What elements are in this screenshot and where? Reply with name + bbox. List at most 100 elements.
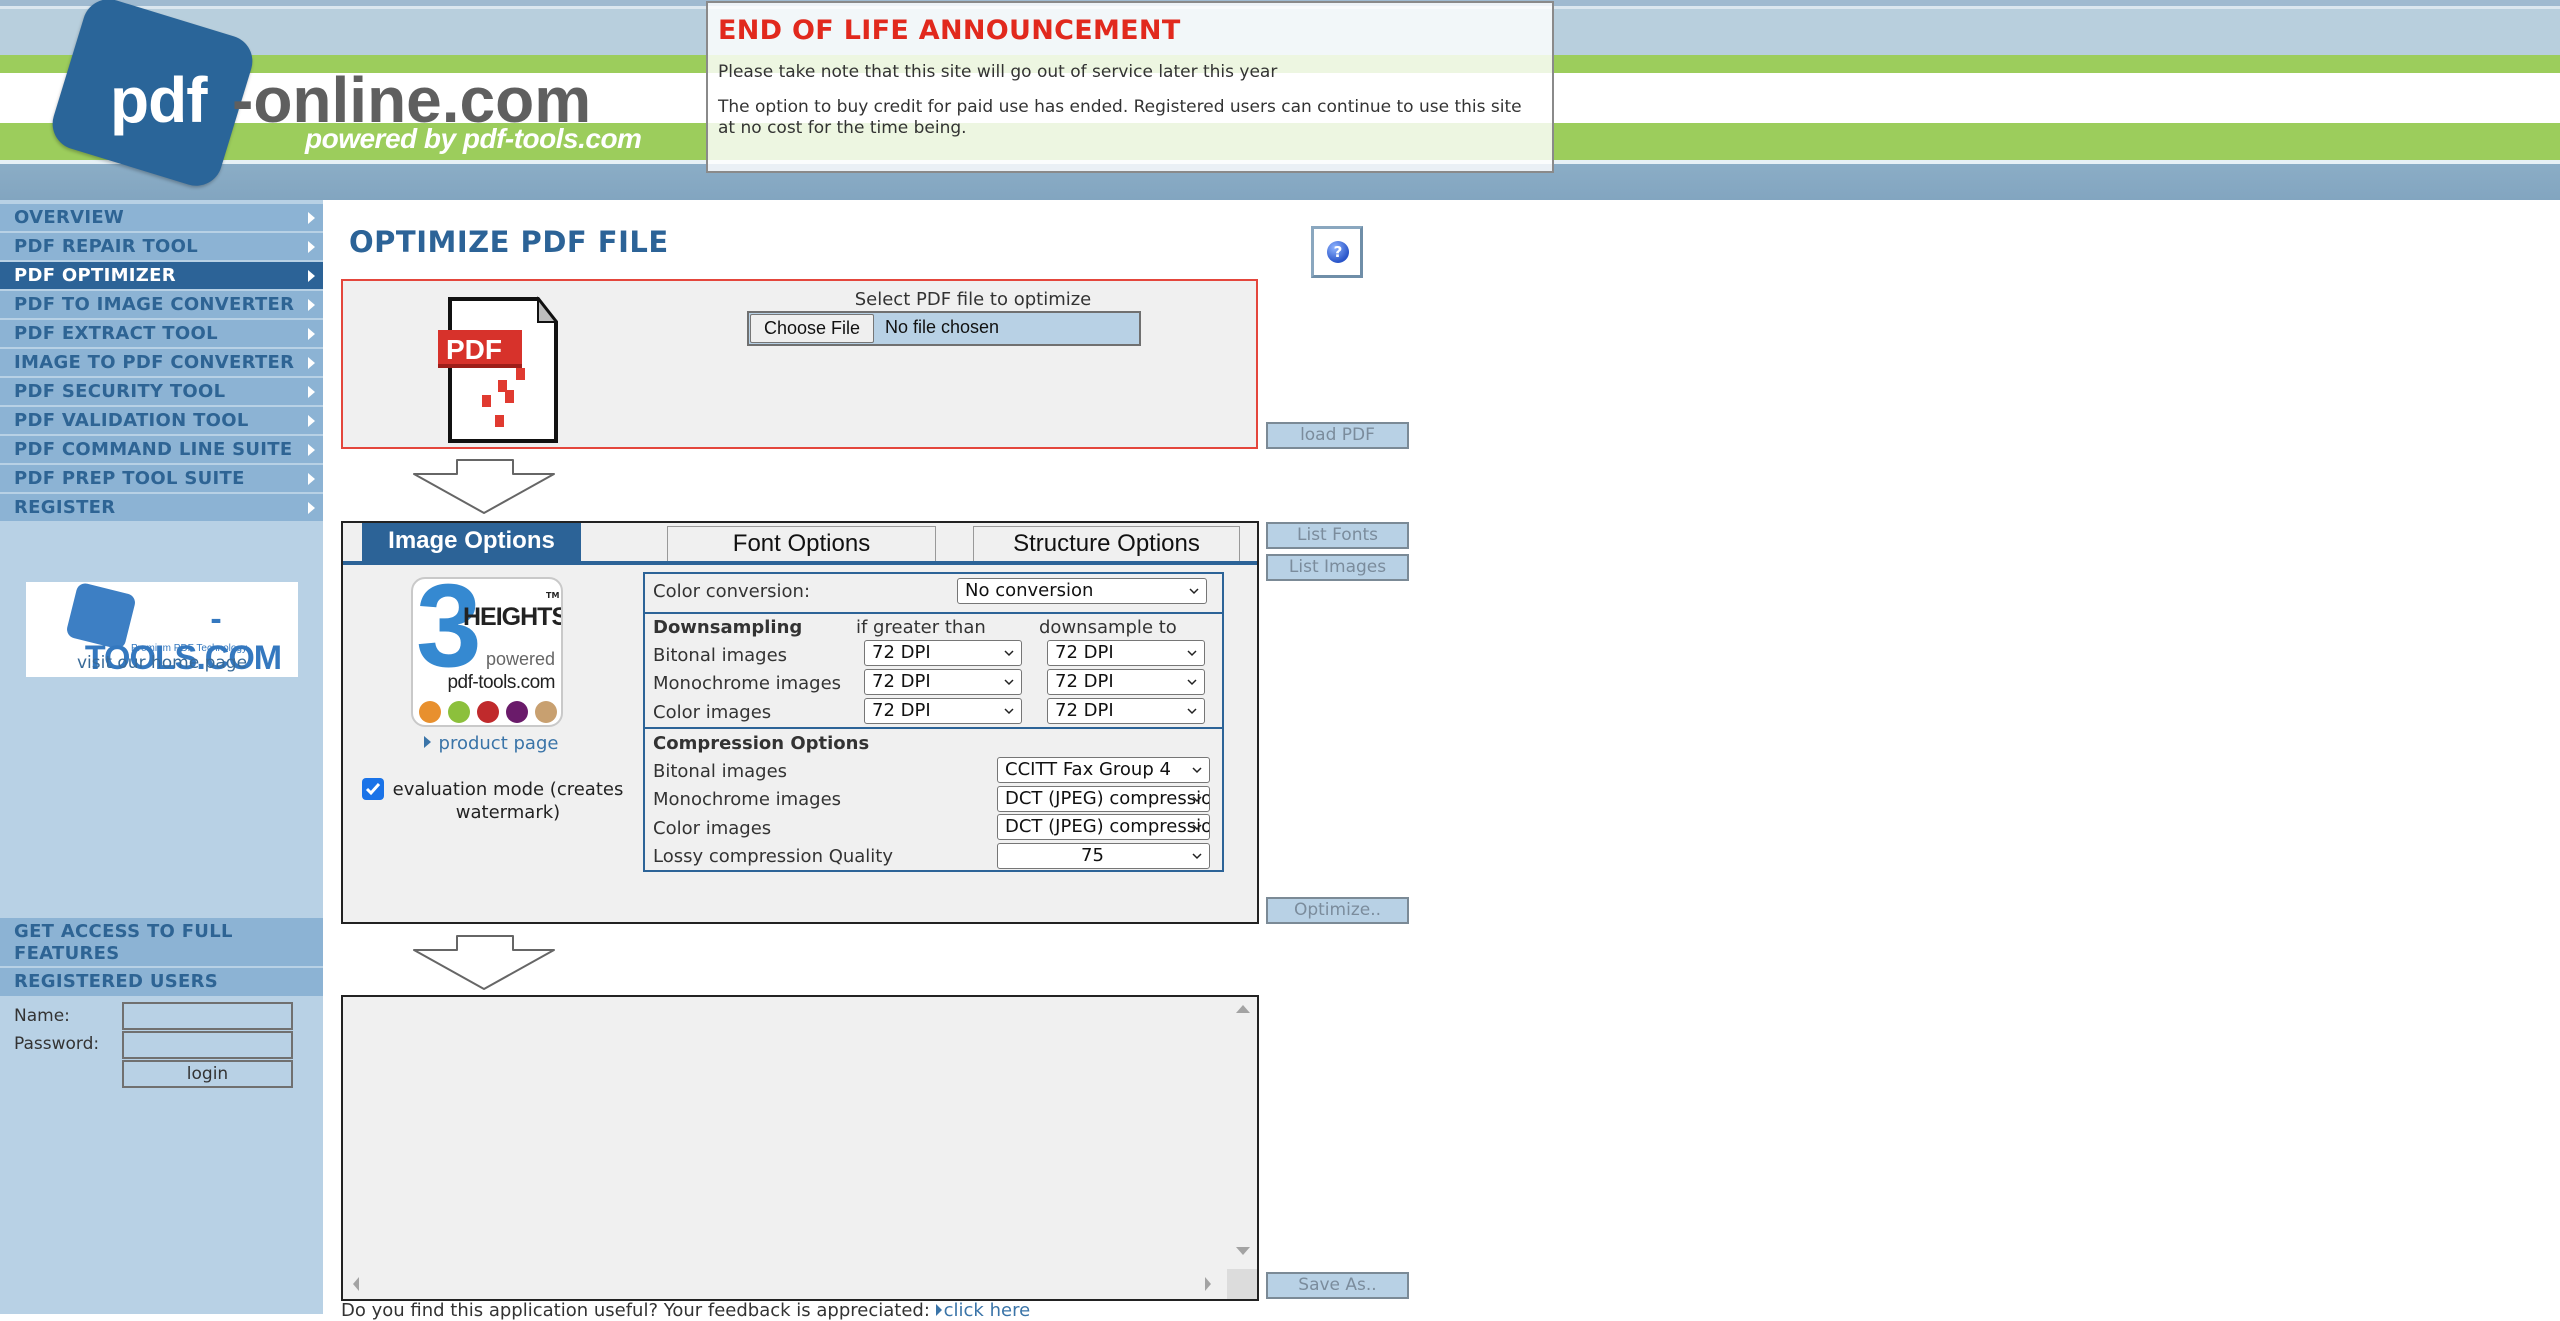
chevron-right-icon: [308, 241, 315, 253]
pdf-file-input[interactable]: Choose File No file chosen: [747, 311, 1141, 346]
save-as-button[interactable]: Save As..: [1266, 1272, 1409, 1299]
logo-pdf-text: pdf: [110, 64, 207, 136]
3-heights-product-logo[interactable]: 3 HEIGHTS TM powered pdf-tools.com: [411, 577, 563, 727]
monochrome-if-greater-select[interactable]: 72 DPI: [864, 669, 1022, 695]
optimize-button[interactable]: Optimize..: [1266, 897, 1409, 924]
sidebar-item-label: PDF PREP TOOL SUITE: [14, 468, 245, 489]
end-of-life-announcement: END OF LIFE ANNOUNCEMENT Please take not…: [706, 1, 1554, 173]
chevron-right-icon: [308, 473, 315, 485]
logo-heights: HEIGHTS: [463, 603, 563, 631]
color-conversion-select[interactable]: No conversion: [957, 578, 1207, 604]
down-arrow-icon: [413, 935, 555, 990]
compression-color-select[interactable]: DCT (JPEG) compression: [997, 814, 1210, 840]
get-access-full-features-link[interactable]: GET ACCESS TO FULL FEATURES: [0, 918, 323, 966]
scroll-down-arrow-icon[interactable]: [1236, 1247, 1250, 1255]
login-button[interactable]: login: [122, 1060, 293, 1088]
select-value: No conversion: [965, 580, 1094, 601]
sidebar-item-pdf-to-image-converter[interactable]: PDF TO IMAGE CONVERTER: [0, 291, 323, 318]
name-input[interactable]: [122, 1002, 293, 1030]
logo-tagline: powered by pdf-tools.com: [305, 123, 642, 154]
lossy-quality-select[interactable]: 75: [997, 843, 1210, 869]
color-dot-icon: [506, 701, 528, 723]
sidebar-item-pdf-repair-tool[interactable]: PDF REPAIR TOOL: [0, 233, 323, 260]
checkmark-icon: [365, 783, 381, 796]
compression-bitonal-select[interactable]: CCITT Fax Group 4: [997, 757, 1210, 783]
select-value: 72 DPI: [1055, 671, 1114, 692]
visit-home-page-link[interactable]: visit our home page: [26, 653, 298, 673]
chevron-down-icon: [1004, 679, 1014, 686]
chevron-right-icon: [308, 328, 315, 340]
pdf-tools-home-link[interactable]: PDF-TOOLS.COM Premium PDF Technology vis…: [26, 581, 298, 677]
tab-image-options[interactable]: Image Options: [362, 523, 581, 561]
file-status: No file chosen: [885, 317, 1000, 337]
feedback-link-label: click here: [943, 1300, 1031, 1321]
chevron-down-icon: [1187, 650, 1197, 657]
bitonal-downsample-to-select[interactable]: 72 DPI: [1047, 640, 1205, 666]
sidebar-item-register[interactable]: REGISTER: [0, 494, 323, 521]
scroll-right-arrow-icon[interactable]: [1205, 1277, 1211, 1291]
section-divider: [645, 612, 1222, 614]
site-header: pdf -online.com powered by pdf-tools.com…: [0, 0, 2560, 200]
color-images-label: Color images: [653, 702, 772, 723]
bitonal-if-greater-select[interactable]: 72 DPI: [864, 640, 1022, 666]
help-button[interactable]: ?: [1311, 226, 1363, 278]
page-title: OPTIMIZE PDF FILE: [349, 225, 669, 259]
feedback-text: Do you find this application useful? You…: [341, 1300, 936, 1321]
sidebar-item-image-to-pdf-converter[interactable]: IMAGE TO PDF CONVERTER: [0, 349, 323, 376]
scroll-left-arrow-icon[interactable]: [353, 1277, 359, 1291]
sidebar-item-label: PDF VALIDATION TOOL: [14, 410, 249, 431]
downsampling-heading: Downsampling: [653, 617, 803, 638]
bitonal-images-label: Bitonal images: [653, 645, 788, 666]
compression-options-heading: Compression Options: [653, 733, 870, 754]
scrollbar-corner: [1227, 1269, 1257, 1299]
chevron-down-icon: [1187, 708, 1197, 715]
product-page-link[interactable]: product page: [421, 733, 561, 754]
color-dot-icon: [448, 701, 470, 723]
section-divider: [645, 727, 1222, 729]
sidebar-item-label: REGISTER: [14, 497, 116, 518]
sidebar-item-pdf-validation-tool[interactable]: PDF VALIDATION TOOL: [0, 407, 323, 434]
announcement-text: Please take note that this site will go …: [718, 62, 1278, 82]
choose-file-button[interactable]: Choose File: [750, 314, 874, 343]
list-images-button[interactable]: List Images: [1266, 554, 1409, 581]
select-value: 72 DPI: [1055, 642, 1114, 663]
lossy-quality-label: Lossy compression Quality: [653, 846, 894, 867]
load-pdf-button[interactable]: load PDF: [1266, 422, 1409, 449]
sidebar-item-label: PDF COMMAND LINE SUITE: [14, 439, 293, 460]
sidebar-item-pdf-extract-tool[interactable]: PDF EXTRACT TOOL: [0, 320, 323, 347]
monochrome-downsample-to-select[interactable]: 72 DPI: [1047, 669, 1205, 695]
password-input[interactable]: [122, 1031, 293, 1059]
sidebar-item-pdf-optimizer[interactable]: PDF OPTIMIZER: [0, 262, 323, 289]
sidebar-item-pdf-prep-tool-suite[interactable]: PDF PREP TOOL SUITE: [0, 465, 323, 492]
chevron-down-icon: [1004, 650, 1014, 657]
announcement-text: The option to buy credit for paid use ha…: [718, 97, 1522, 138]
compression-monochrome-select[interactable]: DCT (JPEG) compression: [997, 786, 1210, 812]
select-value: 72 DPI: [872, 671, 931, 692]
color-if-greater-select[interactable]: 72 DPI: [864, 698, 1022, 724]
sidebar-item-pdf-command-line-suite[interactable]: PDF COMMAND LINE SUITE: [0, 436, 323, 463]
brand-pdf-text: PDF: [145, 600, 211, 638]
list-fonts-button[interactable]: List Fonts: [1266, 522, 1409, 549]
logo-powered: powered: [485, 649, 555, 669]
logo-site: pdf-tools.com: [447, 672, 555, 693]
color-downsample-to-select[interactable]: 72 DPI: [1047, 698, 1205, 724]
triangle-right-icon: [423, 736, 431, 748]
evaluation-mode-label: evaluation mode (creates watermark): [392, 779, 624, 823]
select-value: 75: [1081, 845, 1104, 866]
sidebar-item-pdf-security-tool[interactable]: PDF SECURITY TOOL: [0, 378, 323, 405]
compression-bitonal-label: Bitonal images: [653, 761, 788, 782]
tab-structure-options[interactable]: Structure Options: [973, 526, 1240, 561]
feedback-link[interactable]: click here: [935, 1300, 1031, 1321]
triangle-right-icon: [935, 1304, 942, 1316]
evaluation-mode-checkbox[interactable]: [362, 778, 384, 800]
tab-font-options[interactable]: Font Options: [667, 526, 936, 561]
sidebar-item-overview[interactable]: OVERVIEW: [0, 204, 323, 231]
name-label: Name:: [14, 1006, 70, 1026]
output-textarea[interactable]: [341, 995, 1259, 1301]
scroll-up-arrow-icon[interactable]: [1236, 1005, 1250, 1013]
chevron-down-icon: [1192, 796, 1202, 803]
monochrome-images-label: Monochrome images: [653, 673, 842, 694]
chevron-down-icon: [1192, 824, 1202, 831]
tab-bar: Image Options Font Options Structure Opt…: [343, 523, 1257, 565]
feedback-line: Do you find this application useful? You…: [341, 1300, 1030, 1321]
